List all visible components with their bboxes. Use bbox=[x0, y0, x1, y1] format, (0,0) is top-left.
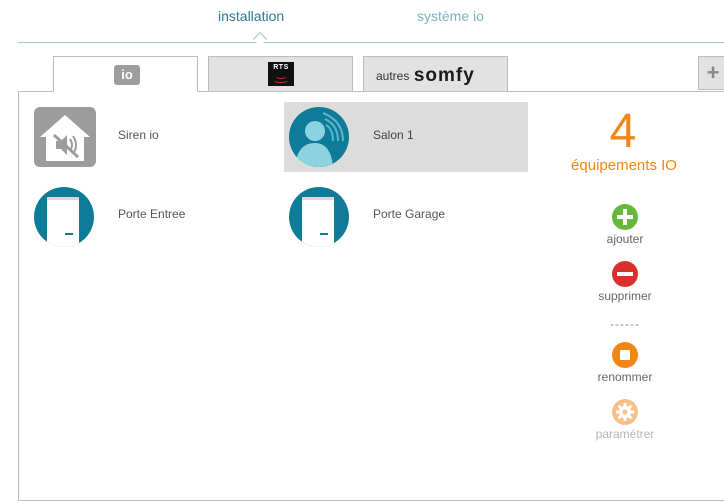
device-item-siren-io[interactable]: Siren io bbox=[30, 102, 270, 172]
rts-logo-icon: RTS bbox=[268, 62, 294, 86]
rename-device-button[interactable]: renommer bbox=[580, 342, 670, 384]
add-device-button[interactable]: ajouter bbox=[580, 204, 670, 246]
device-item-salon-1[interactable]: Salon 1 bbox=[284, 102, 528, 172]
door-icon bbox=[34, 187, 94, 247]
io-logo-text: io bbox=[121, 67, 133, 82]
active-tab-caret bbox=[252, 31, 268, 47]
door-icon bbox=[289, 187, 349, 247]
device-name: Porte Garage bbox=[373, 207, 446, 221]
rts-wave-icon bbox=[273, 77, 289, 83]
protocol-tab-io[interactable]: io bbox=[53, 56, 198, 92]
protocol-tab-rts[interactable]: RTS bbox=[208, 56, 353, 92]
device-count: 4 bbox=[609, 105, 637, 158]
tab-installation[interactable]: installation bbox=[218, 8, 284, 24]
somfy-tab-prefix: autres bbox=[376, 69, 410, 83]
gear-icon bbox=[612, 399, 638, 425]
siren-muted-icon bbox=[34, 107, 96, 167]
io-logo-icon: io bbox=[114, 65, 140, 85]
device-count-label: équipements IO bbox=[571, 157, 677, 174]
minus-icon bbox=[612, 261, 638, 287]
add-protocol-button[interactable]: + bbox=[698, 56, 724, 90]
device-item-porte-garage[interactable]: Porte Garage bbox=[284, 183, 528, 253]
delete-device-label: supprimer bbox=[598, 289, 652, 303]
device-item-porte-entree[interactable]: Porte Entree bbox=[30, 183, 270, 253]
actions-separator: ------ bbox=[610, 317, 640, 331]
device-name: Salon 1 bbox=[373, 128, 414, 142]
user-profile-icon bbox=[289, 107, 349, 167]
add-device-label: ajouter bbox=[606, 232, 644, 246]
device-name: Siren io bbox=[118, 128, 159, 142]
somfy-logo: somfy bbox=[413, 65, 475, 86]
rename-device-label: renommer bbox=[597, 370, 653, 384]
rts-logo-text: RTS bbox=[273, 64, 289, 71]
configure-device-button[interactable]: paramétrer bbox=[580, 399, 670, 441]
top-navigation: installation système io bbox=[0, 0, 724, 47]
nav-divider bbox=[18, 42, 724, 43]
device-name: Porte Entree bbox=[118, 207, 186, 221]
configure-device-label: paramétrer bbox=[595, 427, 655, 441]
stop-icon bbox=[612, 342, 638, 368]
tab-systeme-io[interactable]: système io bbox=[417, 8, 484, 24]
protocol-tab-autres-somfy[interactable]: autres somfy bbox=[363, 56, 508, 92]
delete-device-button[interactable]: supprimer bbox=[580, 261, 670, 303]
plus-icon bbox=[612, 204, 638, 230]
